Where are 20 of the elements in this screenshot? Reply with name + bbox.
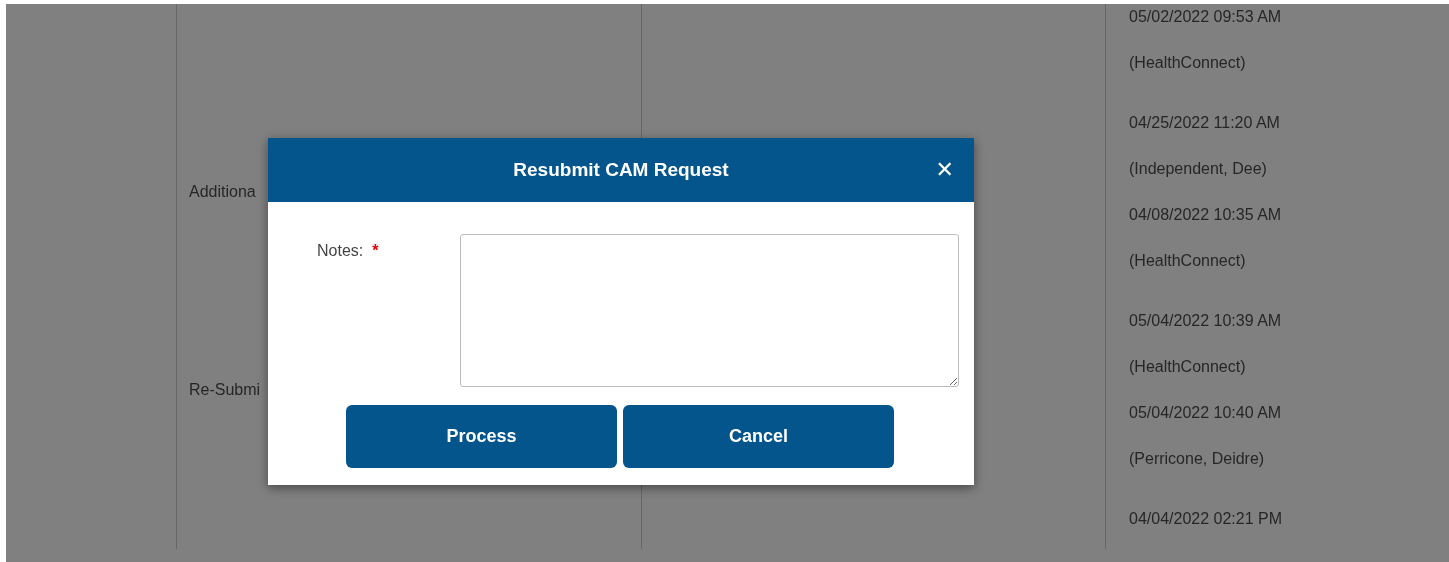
dialog-button[interactable]: Cancel [623, 405, 894, 468]
table-cell: 05/02/2022 09:53 AM [1129, 8, 1282, 26]
required-mark: * [372, 242, 379, 261]
table-cell: (Perricone, Deidre) [1129, 450, 1265, 468]
dialog-title: Resubmit CAM Request [513, 159, 729, 181]
table-cell: 04/08/2022 10:35 AM [1129, 206, 1282, 224]
table-cell: 05/04/2022 10:39 AM [1129, 312, 1282, 330]
table-cell: (HealthConnect) [1129, 358, 1246, 376]
table-cell: (HealthConnect) [1129, 54, 1246, 72]
table-cell: 04/04/2022 02:21 PM [1129, 510, 1282, 528]
notes-field[interactable] [460, 234, 959, 387]
table-cell: 04/25/2022 11:20 AM [1129, 114, 1280, 132]
field-label: Notes: [317, 242, 364, 261]
table-cell: (Independent, Dee) [1129, 160, 1267, 178]
table-cell: (HealthConnect) [1129, 252, 1246, 270]
close-button[interactable]: ✕ [935, 158, 954, 182]
table-cell: 05/04/2022 10:40 AM [1129, 404, 1282, 422]
table-cell: Re-Submi [189, 381, 261, 399]
dialog-button[interactable]: Process [346, 405, 617, 468]
table-cell: Additiona [189, 183, 256, 201]
